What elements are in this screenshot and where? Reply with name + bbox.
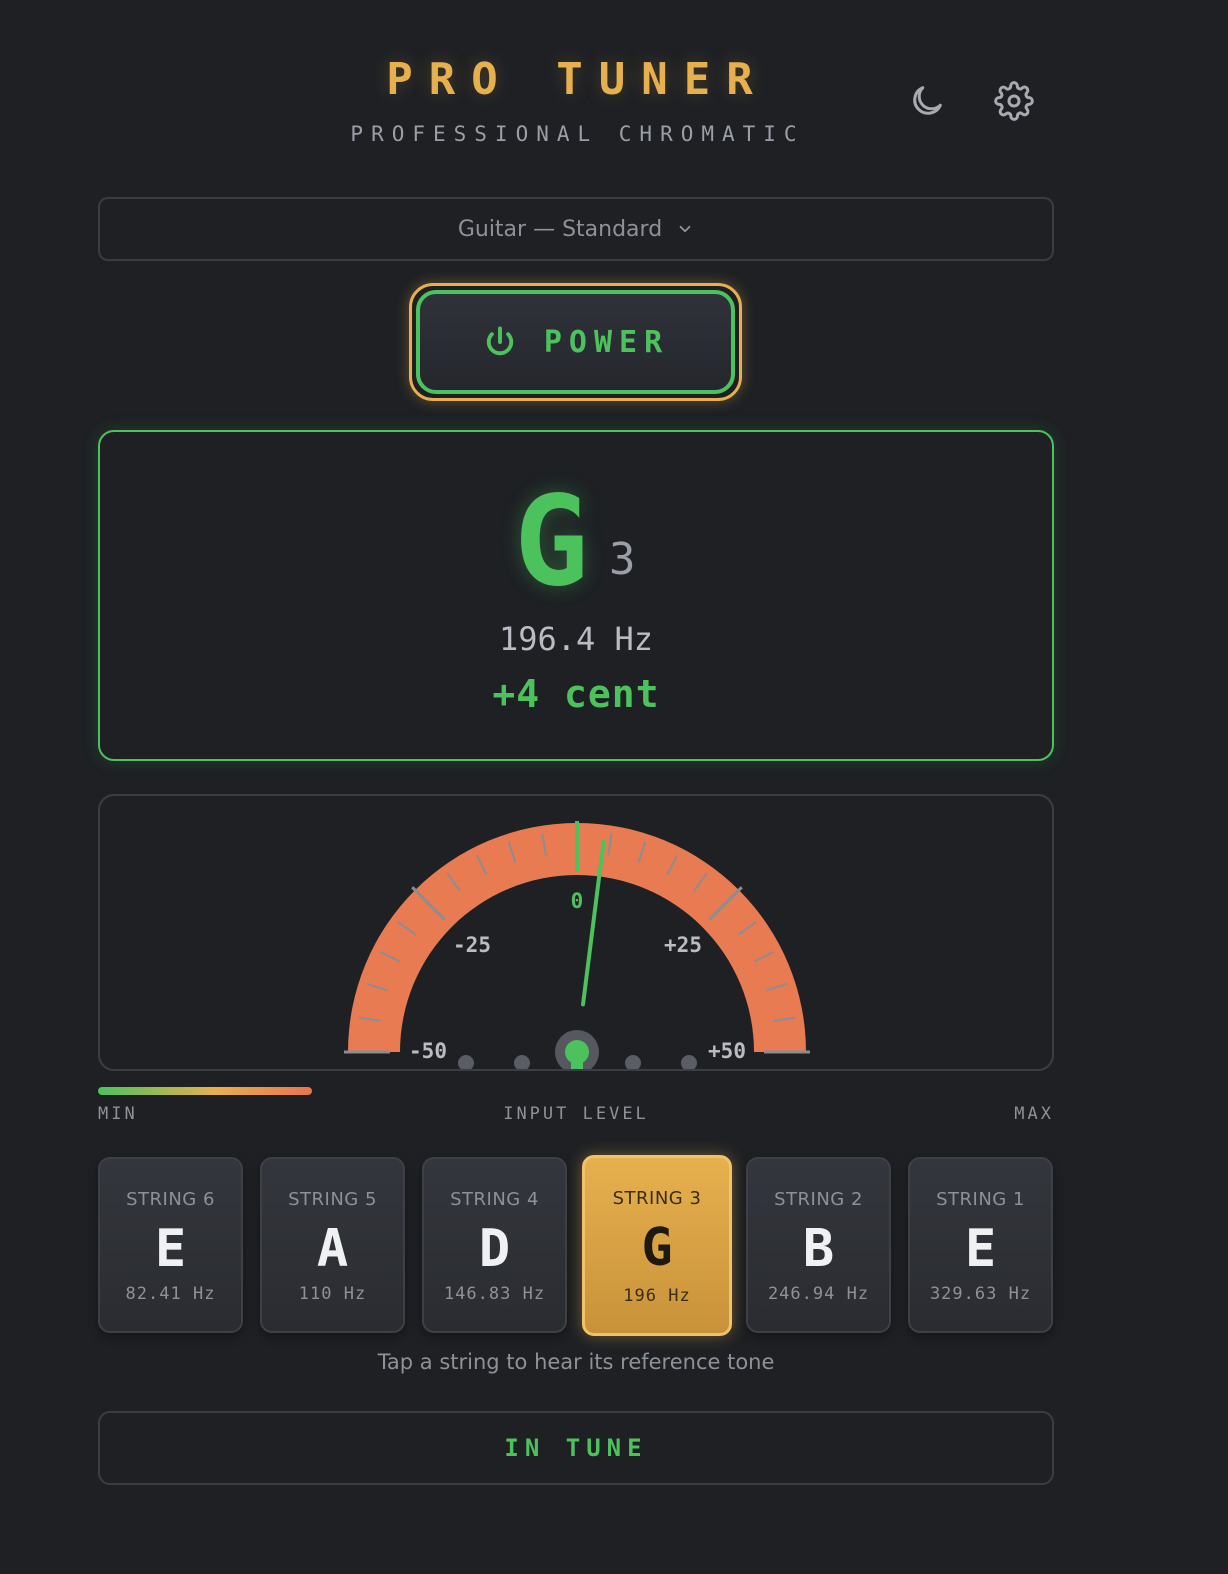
string-hint: Tap a string to hear its reference tone <box>377 1350 775 1374</box>
power-button[interactable]: POWER <box>416 290 735 394</box>
string-note: A <box>316 1219 349 1279</box>
detected-octave: 3 <box>609 534 636 585</box>
string-note: D <box>478 1219 511 1279</box>
string-note: G <box>641 1218 673 1278</box>
gauge-dot <box>681 1055 697 1069</box>
string-frequency: 82.41 Hz <box>125 1284 216 1304</box>
string-frequency: 329.63 Hz <box>929 1284 1032 1304</box>
gauge-label-center: 0 <box>571 889 584 913</box>
string-button-5[interactable]: STRING 5 A 110 Hz <box>260 1157 405 1333</box>
power-label: POWER <box>543 324 670 360</box>
gauge-label-plus25: +25 <box>664 933 702 957</box>
gauge-dot <box>625 1055 641 1069</box>
string-button-4[interactable]: STRING 4 D 146.83 Hz <box>422 1157 567 1333</box>
chevron-down-icon <box>679 225 691 233</box>
string-frequency: 196 Hz <box>623 1286 691 1306</box>
gauge-label-minus50: -50 <box>409 1039 447 1063</box>
string-label: STRING 4 <box>450 1189 539 1210</box>
gauge-svg: 0 -25 +25 -50 +50 <box>344 821 810 1069</box>
string-button-2[interactable]: STRING 2 B 246.94 Hz <box>746 1157 891 1333</box>
gauge-label-plus50: +50 <box>708 1039 746 1063</box>
theme-toggle-button[interactable] <box>904 78 950 124</box>
moon-icon <box>913 86 942 115</box>
string-label: STRING 6 <box>126 1189 215 1210</box>
string-frequency: 146.83 Hz <box>443 1284 546 1304</box>
tuning-select[interactable]: Guitar — Standard <box>98 197 1054 261</box>
needle-hub-stem <box>571 1052 583 1069</box>
string-button-6[interactable]: STRING 6 E 82.41 Hz <box>98 1157 243 1333</box>
string-button-3[interactable]: STRING 3 G 196 Hz <box>582 1155 732 1336</box>
string-note: B <box>802 1219 835 1279</box>
gear-icon <box>994 81 1034 121</box>
string-frequency: 246.94 Hz <box>767 1284 870 1304</box>
gauge-dot <box>458 1055 474 1069</box>
string-note: E <box>154 1219 187 1279</box>
gauge-label-minus25: -25 <box>453 933 491 957</box>
string-note: E <box>964 1219 997 1279</box>
input-level-meter <box>98 1087 1054 1095</box>
tuning-select-value: Guitar — Standard <box>457 216 663 242</box>
cents-offset: +4 cent <box>492 672 660 716</box>
string-label: STRING 1 <box>936 1189 1025 1210</box>
detected-note: G <box>514 470 589 614</box>
detected-frequency: 196.4 Hz <box>498 620 654 658</box>
settings-button[interactable] <box>991 78 1037 124</box>
gauge-dot <box>514 1055 530 1069</box>
string-label: STRING 5 <box>288 1189 377 1210</box>
input-level-max: MAX <box>1014 1104 1054 1124</box>
app-subtitle: PROFESSIONAL CHROMATIC <box>350 122 805 146</box>
input-level-fill <box>98 1087 313 1095</box>
app-title: PRO TUNER <box>386 54 769 105</box>
input-level-title: INPUT LEVEL <box>503 1104 649 1124</box>
power-icon <box>486 326 514 356</box>
tuning-gauge: 0 -25 +25 -50 +50 <box>98 794 1054 1071</box>
string-frequency: 110 Hz <box>298 1284 367 1304</box>
string-label: STRING 2 <box>774 1189 863 1210</box>
string-label: STRING 3 <box>612 1188 702 1209</box>
string-button-1[interactable]: STRING 1 E 329.63 Hz <box>908 1157 1053 1333</box>
tuning-status: IN TUNE <box>98 1411 1054 1485</box>
header: PRO TUNER PROFESSIONAL CHROMATIC <box>0 0 1228 170</box>
